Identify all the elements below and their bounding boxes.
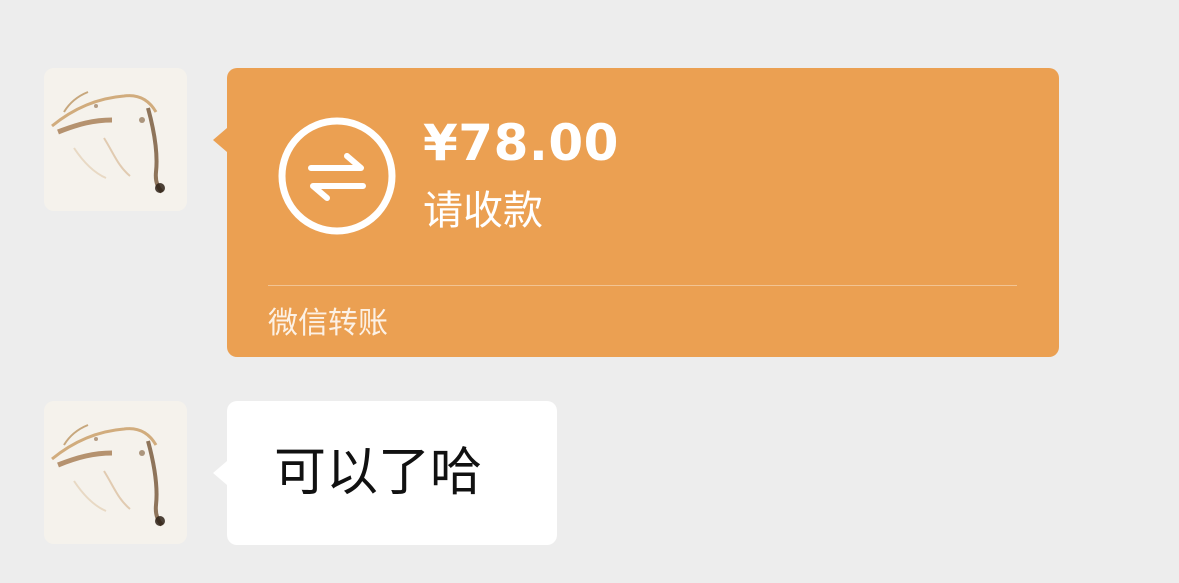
transfer-footer-label: 微信转账 — [268, 306, 388, 341]
transfer-status: 请收款 — [423, 188, 543, 234]
avatar[interactable] — [44, 68, 187, 211]
text-message-bubble[interactable]: 可以了哈 — [213, 401, 557, 545]
message-text: 可以了哈 — [274, 443, 483, 503]
transfer-arrows-icon — [278, 117, 396, 235]
avatar-image — [44, 68, 187, 211]
transfer-message-card[interactable]: ¥78.00 请收款 微信转账 — [213, 68, 1059, 357]
transfer-amount: ¥78.00 — [423, 114, 619, 172]
bubble-tail — [213, 128, 227, 152]
bubble-tail — [213, 461, 227, 485]
avatar[interactable] — [44, 401, 187, 544]
avatar-image — [44, 401, 187, 544]
divider — [268, 285, 1017, 286]
